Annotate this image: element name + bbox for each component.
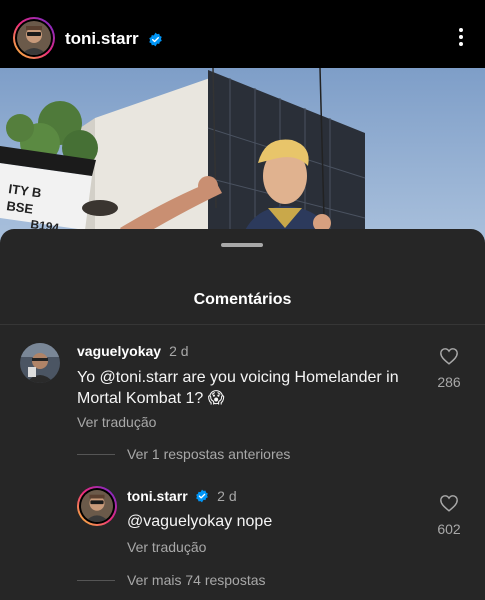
verified-badge-icon bbox=[196, 489, 208, 503]
like-count: 286 bbox=[437, 374, 461, 390]
post-author-username[interactable]: toni.starr bbox=[65, 29, 139, 48]
reply-avatar-image bbox=[81, 490, 113, 522]
post-author[interactable]: toni.starr bbox=[65, 29, 163, 49]
reply-text: @vaguelyokay nope bbox=[127, 513, 273, 530]
comment-text: Yo @toni.starr are you voicing Homelande… bbox=[77, 369, 399, 407]
view-previous-replies[interactable]: Ver 1 respostas anteriores bbox=[127, 446, 290, 462]
heart-icon bbox=[440, 495, 458, 512]
comments-sheet: Comentários vaguelyokay 2 d Yo @toni.star… bbox=[0, 229, 485, 600]
thread-line bbox=[77, 580, 115, 581]
heart-icon bbox=[440, 348, 458, 365]
avatar-image bbox=[17, 21, 51, 55]
post-image: ITY B BSE B194 bbox=[0, 68, 485, 243]
reply-time: 2 d bbox=[217, 488, 237, 504]
profile-avatar[interactable] bbox=[13, 17, 55, 59]
reply-item: toni.starr 2 d @vaguelyokay nope Ver tra… bbox=[0, 484, 485, 559]
divider bbox=[0, 324, 485, 325]
reply-like-count: 602 bbox=[437, 521, 461, 537]
comment-username[interactable]: vaguelyokay bbox=[77, 343, 161, 359]
comment-item: vaguelyokay 2 d Yo @toni.starr are you vo… bbox=[0, 339, 485, 439]
translate-link[interactable]: Ver tradução bbox=[77, 414, 156, 430]
commenter-avatar[interactable] bbox=[20, 343, 60, 383]
comment-time: 2 d bbox=[169, 343, 189, 359]
reply-like-button[interactable]: 602 bbox=[429, 494, 469, 537]
more-options-icon[interactable] bbox=[457, 28, 465, 50]
sheet-title: Comentários bbox=[193, 291, 292, 308]
reply-avatar[interactable] bbox=[77, 486, 117, 526]
view-more-replies[interactable]: Ver mais 74 respostas bbox=[127, 572, 266, 588]
like-button[interactable]: 286 bbox=[429, 347, 469, 390]
sheet-drag-handle[interactable] bbox=[221, 243, 263, 247]
post-header: toni.starr bbox=[0, 0, 485, 68]
thread-line bbox=[77, 454, 115, 455]
verified-badge-icon bbox=[149, 32, 163, 47]
reply-translate-link[interactable]: Ver tradução bbox=[127, 539, 206, 555]
reply-username[interactable]: toni.starr bbox=[127, 488, 188, 504]
